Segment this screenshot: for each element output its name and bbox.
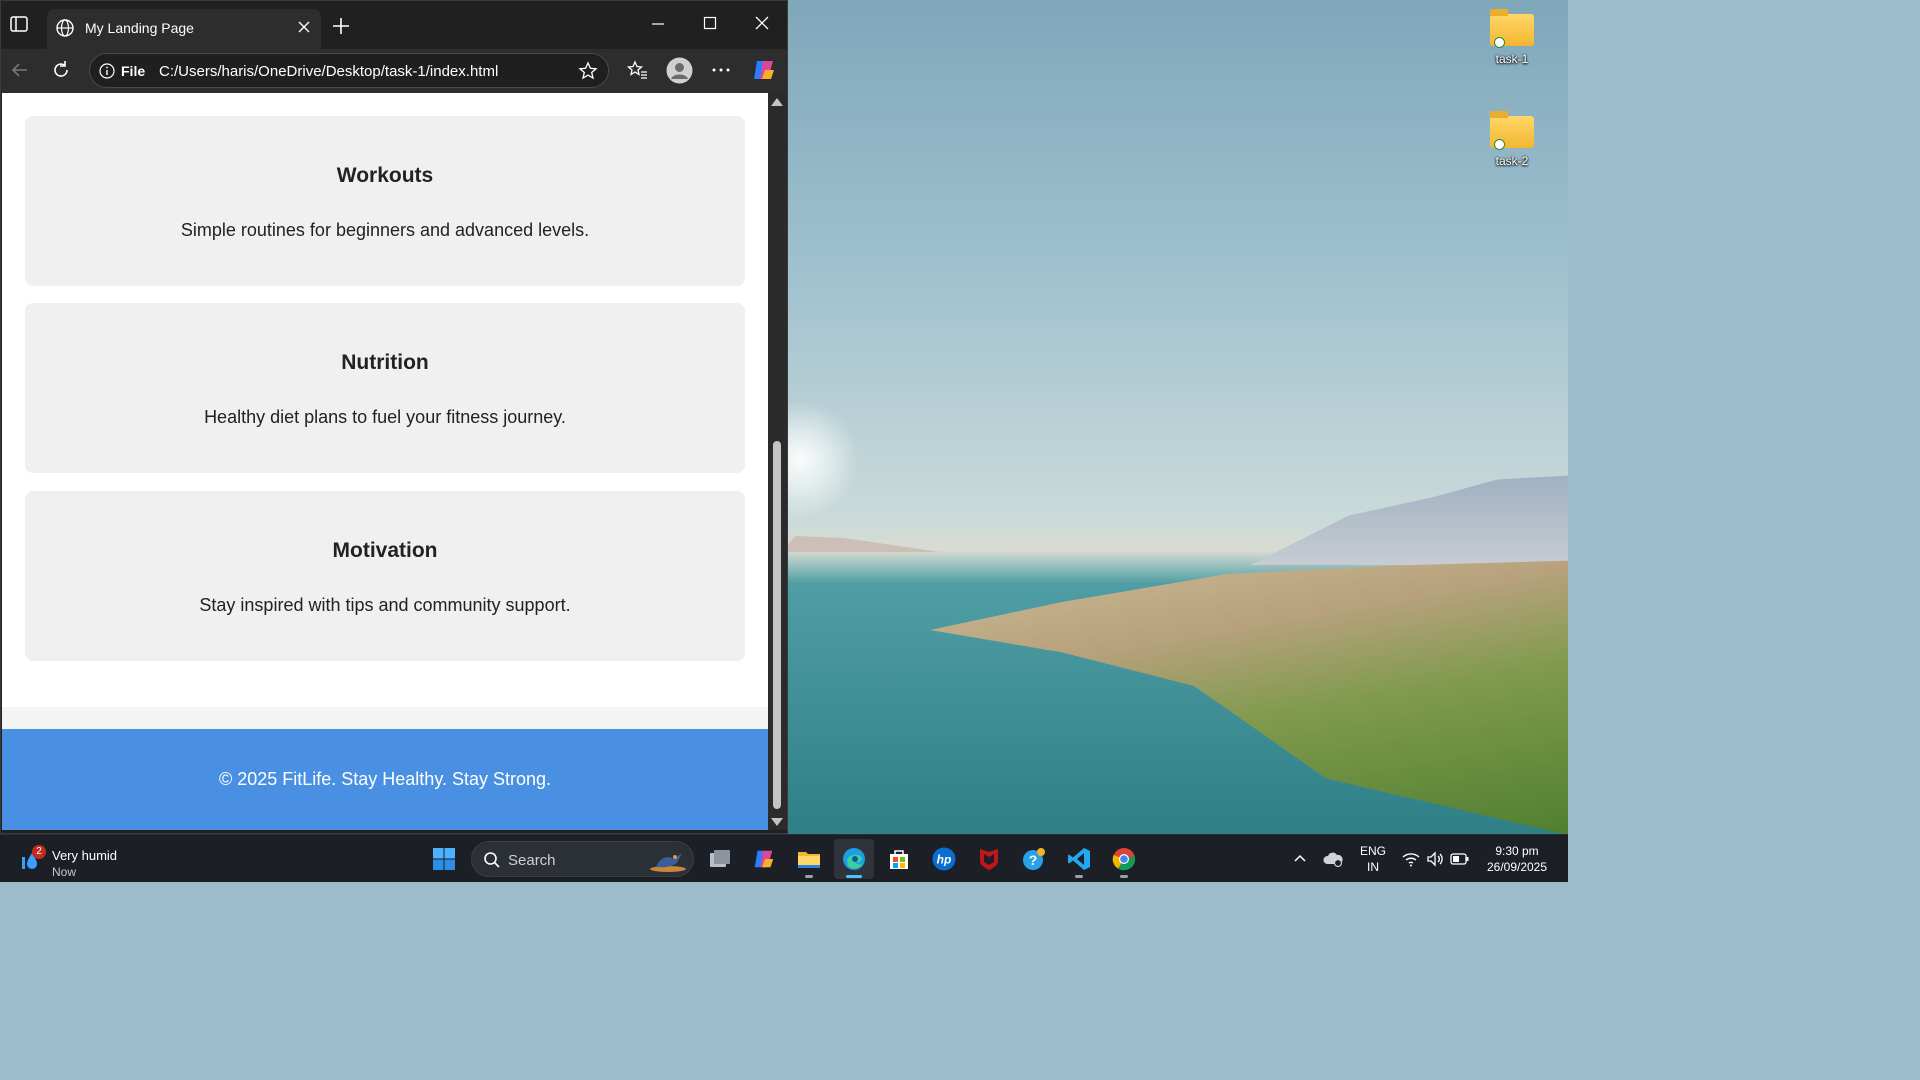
svg-text:?: ? xyxy=(1029,852,1038,868)
onedrive-cloud-icon[interactable] xyxy=(1323,850,1343,898)
copilot-icon[interactable] xyxy=(751,57,777,88)
wallpaper-mountain xyxy=(1250,475,1568,565)
svg-text:hp: hp xyxy=(937,853,952,867)
card-title: Motivation xyxy=(332,539,438,562)
add-favorite-star-icon[interactable] xyxy=(578,61,598,86)
hp-icon: hp xyxy=(932,847,956,871)
keyboard-region: IN xyxy=(1367,860,1379,874)
site-info-icon[interactable] xyxy=(99,63,115,84)
feature-card-motivation: Motivation Stay inspired with tips and c… xyxy=(25,491,745,661)
wifi-icon[interactable] xyxy=(1402,850,1420,898)
more-icon[interactable] xyxy=(710,59,732,86)
vscode-button[interactable] xyxy=(1059,839,1099,879)
volume-icon[interactable] xyxy=(1426,850,1444,898)
taskbar-search-box[interactable]: Search xyxy=(471,841,694,877)
taskbar: 2 Very humid Now Search hp ? ENG IN 9:30… xyxy=(0,834,1568,882)
card-title: Workouts xyxy=(336,164,434,187)
running-indicator xyxy=(1075,875,1083,878)
tab-strip: My Landing Page xyxy=(1,1,787,49)
windows-start-icon xyxy=(433,848,455,870)
file-explorer-button[interactable] xyxy=(789,839,829,879)
store-button[interactable] xyxy=(879,839,919,879)
search-icon xyxy=(483,851,501,874)
browser-toolbar: File C:/Users/haris/OneDrive/Desktop/tas… xyxy=(1,49,787,93)
favorites-icon[interactable] xyxy=(626,59,649,86)
active-indicator xyxy=(846,875,862,878)
feature-card-workouts: Workouts Simple routines for beginners a… xyxy=(25,116,745,286)
back-icon[interactable] xyxy=(9,59,31,86)
weather-time: Now xyxy=(52,865,77,879)
page-footer: © 2025 FitLife. Stay Healthy. Stay Stron… xyxy=(2,729,768,830)
running-indicator xyxy=(1120,875,1128,878)
page-viewport: Workouts Simple routines for beginners a… xyxy=(2,93,768,830)
search-highlight-bird-icon xyxy=(648,847,688,878)
start-button[interactable] xyxy=(424,839,464,879)
show-hidden-icons-chevron-up-icon[interactable] xyxy=(1292,851,1308,899)
folder-icon xyxy=(1490,9,1534,48)
copilot-icon xyxy=(754,850,774,868)
tab-actions-icon[interactable] xyxy=(9,14,31,36)
chrome-icon xyxy=(1112,848,1136,871)
close-icon[interactable] xyxy=(753,13,771,36)
notification-badge: 2 xyxy=(32,845,46,859)
chrome-button[interactable] xyxy=(1104,839,1144,879)
sync-status-icon xyxy=(1494,37,1505,48)
get-help-button[interactable]: ? xyxy=(1014,839,1054,879)
clock-time: 9:30 pm xyxy=(1495,844,1539,858)
search-placeholder: Search xyxy=(508,852,556,869)
globe-icon xyxy=(55,18,75,43)
folder-icon xyxy=(1490,111,1534,150)
vscode-icon xyxy=(1068,848,1090,870)
profile-icon[interactable] xyxy=(666,57,693,89)
task-view-icon xyxy=(710,850,730,867)
minimize-icon[interactable] xyxy=(649,13,667,36)
section-divider xyxy=(2,707,768,729)
edge-icon xyxy=(843,848,865,870)
desktop-icon-task-1[interactable]: task-1 xyxy=(1482,9,1542,66)
scrollbar-thumb[interactable] xyxy=(773,441,781,809)
edge-button[interactable] xyxy=(834,839,874,879)
tab-my-landing-page[interactable]: My Landing Page xyxy=(47,9,321,49)
card-title: Nutrition xyxy=(341,351,429,374)
running-indicator xyxy=(805,875,813,878)
weather-condition: Very humid xyxy=(52,848,118,863)
battery-icon[interactable] xyxy=(1450,851,1470,899)
address-bar[interactable]: File C:/Users/haris/OneDrive/Desktop/tas… xyxy=(89,53,609,88)
desktop-icon-label: task-1 xyxy=(1495,52,1529,66)
feature-card-nutrition: Nutrition Healthy diet plans to fuel you… xyxy=(25,303,745,473)
tab-close-icon[interactable] xyxy=(297,20,311,39)
language-indicator[interactable]: ENG IN xyxy=(1356,843,1390,875)
url-text[interactable]: C:/Users/haris/OneDrive/Desktop/task-1/i… xyxy=(159,63,498,80)
file-explorer-icon xyxy=(798,852,820,868)
task-view-button[interactable] xyxy=(700,839,740,879)
help-icon: ? xyxy=(1023,848,1045,870)
mcafee-button[interactable] xyxy=(969,839,1009,879)
desktop-icon-task-2[interactable]: task-2 xyxy=(1482,111,1542,168)
wallpaper-far-hills xyxy=(780,536,940,552)
clock[interactable]: 9:30 pm 26/09/2025 xyxy=(1480,843,1554,875)
url-scheme-label: File xyxy=(121,63,146,79)
browser-window: My Landing Page File C:/Users/haris/OneD… xyxy=(0,0,788,834)
store-icon xyxy=(890,850,908,869)
hp-app-button[interactable]: hp xyxy=(924,839,964,879)
scroll-down-arrow-icon[interactable] xyxy=(771,818,783,826)
desktop-icon-label: task-2 xyxy=(1495,154,1529,168)
card-text: Simple routines for beginners and advanc… xyxy=(180,220,590,240)
maximize-icon[interactable] xyxy=(701,13,719,36)
vertical-scrollbar[interactable] xyxy=(768,93,787,830)
new-tab-icon[interactable] xyxy=(331,16,351,41)
tab-title: My Landing Page xyxy=(85,20,194,36)
refresh-icon[interactable] xyxy=(50,59,72,86)
mcafee-icon xyxy=(980,849,998,870)
footer-text: © 2025 FitLife. Stay Healthy. Stay Stron… xyxy=(218,769,552,789)
wallpaper-grass-shore xyxy=(930,560,1568,834)
scroll-up-arrow-icon[interactable] xyxy=(771,98,783,106)
card-text: Stay inspired with tips and community su… xyxy=(199,595,571,615)
sync-status-icon xyxy=(1494,139,1505,150)
clock-date: 26/09/2025 xyxy=(1486,860,1548,874)
card-text: Healthy diet plans to fuel your fitness … xyxy=(204,407,566,427)
language-code: ENG xyxy=(1359,844,1386,858)
copilot-taskbar-button[interactable] xyxy=(744,839,784,879)
